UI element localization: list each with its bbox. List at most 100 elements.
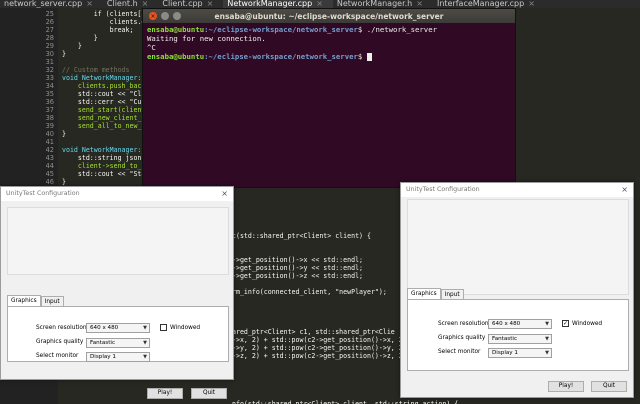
code-line: std::cerr << "Cur: [62, 98, 146, 106]
unity-config-dialog-left[interactable]: UnityTest Configuration × Graphics Input…: [0, 186, 234, 399]
tab-client-h[interactable]: Client.h ×: [103, 0, 158, 8]
graphics-settings-panel: Screen resolution 640 x 480 ▼ ✓ Windowed …: [407, 299, 629, 371]
dialog-titlebar[interactable]: UnityTest Configuration ×: [1, 187, 233, 201]
code-line: send_all_to_new_c: [62, 122, 146, 130]
close-icon[interactable]: ×: [86, 0, 93, 8]
line-number: 33: [45, 74, 54, 82]
quit-button[interactable]: Quit: [591, 381, 627, 392]
windowed-checkbox[interactable]: [160, 324, 167, 331]
line-number: 39: [45, 122, 54, 130]
terminal-titlebar[interactable]: × ensaba@ubuntu: ~/eclipse-workspace/net…: [143, 9, 515, 23]
prompt-path: :~/eclipse-workspace/network_server: [204, 52, 358, 61]
tab-networkmanager-cpp[interactable]: NetworkManager.cpp ×: [223, 0, 333, 8]
screen-resolution-label: Screen resolution: [36, 325, 87, 331]
graphics-quality-select[interactable]: Fantastic ▼: [86, 338, 150, 348]
chevron-down-icon: ▼: [143, 354, 147, 360]
play-button[interactable]: Play!: [147, 388, 183, 399]
select-value: 640 x 480: [492, 321, 521, 327]
terminal-line: ^C: [147, 43, 156, 52]
chevron-down-icon: ▼: [143, 340, 147, 346]
line-number: 25: [45, 10, 54, 18]
line-number: 40: [45, 130, 54, 138]
code-line: }: [62, 178, 66, 186]
code-line: clients.push_back: [62, 82, 146, 90]
tab-client-cpp[interactable]: Client.cpp ×: [158, 0, 223, 8]
dialog-title: UnityTest Configuration: [406, 186, 480, 193]
terminal-cursor: [366, 53, 372, 61]
line-number: 42: [45, 146, 54, 154]
chevron-down-icon: ▼: [545, 336, 549, 342]
line-number: 45: [45, 170, 54, 178]
code-line: }: [62, 42, 82, 50]
screen-resolution-select[interactable]: 640 x 480 ▼: [86, 323, 150, 333]
code-line: }: [62, 34, 98, 42]
close-icon[interactable]: ×: [142, 0, 149, 8]
line-number: 35: [45, 90, 54, 98]
code-line: send_new_client_t: [62, 114, 146, 122]
code-line: std::cout << "Sta: [62, 170, 146, 178]
tab-network-server-cpp[interactable]: network_server.cpp ×: [0, 0, 103, 8]
tab-label: Client.cpp: [162, 0, 203, 8]
graphics-quality-select[interactable]: Fantastic ▼: [488, 334, 552, 344]
monitor-select[interactable]: Display 1 ▼: [86, 352, 150, 362]
editor-right-area: [514, 8, 640, 188]
close-icon[interactable]: ×: [416, 0, 423, 8]
line-number: 34: [45, 82, 54, 90]
terminal-output[interactable]: ensaba@ubuntu:~/eclipse-workspace/networ…: [143, 23, 515, 63]
prompt-path: :~/eclipse-workspace/network_server: [204, 25, 358, 34]
code-line: send_start(client: [62, 106, 146, 114]
line-number: 31: [45, 58, 54, 66]
code-line: void NetworkManager::: [62, 146, 146, 154]
code-line: t(std::shared_ptr<Client> client) {: [232, 232, 371, 240]
select-value: Display 1: [90, 354, 116, 360]
prompt-user: ensaba@ubuntu: [147, 25, 205, 34]
terminal-window[interactable]: × ensaba@ubuntu: ~/eclipse-workspace/net…: [142, 8, 516, 188]
select-value: Display 1: [492, 350, 518, 356]
monitor-select[interactable]: Display 1 ▼: [488, 348, 552, 358]
dialog-title: UnityTest Configuration: [6, 190, 80, 197]
graphics-settings-panel: Screen resolution 640 x 480 ▼ Windowed Gr…: [7, 306, 229, 362]
line-number: 36: [45, 98, 54, 106]
line-number: 27: [45, 26, 54, 34]
close-icon[interactable]: ×: [221, 187, 228, 201]
code-line: ->x, 2) + std::pow(c2->get_position()->x…: [232, 336, 403, 344]
tab-label: NetworkManager.cpp: [227, 0, 313, 8]
terminal-line: Waiting for new connection.: [147, 34, 266, 43]
terminal-line: ensaba@ubuntu:~/eclipse-workspace/networ…: [147, 25, 511, 34]
select-monitor-label: Select monitor: [438, 349, 481, 355]
play-button[interactable]: Play!: [548, 381, 584, 392]
tab-interfacemanager-cpp[interactable]: InterfaceManager.cpp ×: [433, 0, 545, 8]
prompt-suffix: $: [357, 52, 363, 61]
dialog-titlebar[interactable]: UnityTest Configuration ×: [401, 183, 633, 197]
screen-resolution-select[interactable]: 640 x 480 ▼: [488, 319, 552, 329]
dialog-banner-image: [7, 207, 229, 275]
terminal-command: ./network_server: [362, 25, 437, 34]
close-icon[interactable]: ×: [528, 0, 535, 8]
code-line: if (clients[i]: [62, 10, 150, 18]
close-icon[interactable]: ×: [316, 0, 323, 8]
quit-button[interactable]: Quit: [191, 388, 227, 399]
code-line: std::cout << "Cli: [62, 90, 146, 98]
code-line: void NetworkManager::: [62, 74, 146, 82]
code-line: // Custom methods: [62, 66, 130, 74]
line-number: 37: [45, 106, 54, 114]
line-number: 38: [45, 114, 54, 122]
unity-config-dialog-right[interactable]: UnityTest Configuration × Graphics Input…: [400, 182, 634, 398]
code-line: break;: [62, 26, 134, 34]
tab-label: network_server.cpp: [4, 0, 83, 8]
select-value: Fantastic: [492, 336, 518, 342]
code-line: ->get_position()->y << std::endl;: [232, 264, 364, 272]
line-number: 41: [45, 138, 54, 146]
code-line: }: [62, 50, 66, 58]
line-number: 32: [45, 66, 54, 74]
code-line: ared_ptr<Client> c1, std::shared_ptr<Cli…: [232, 328, 395, 336]
chevron-down-icon: ▼: [545, 350, 549, 356]
close-icon[interactable]: ×: [621, 183, 628, 197]
tab-networkmanager-h[interactable]: NetworkManager.h ×: [333, 0, 433, 8]
graphics-quality-label: Graphics quality: [438, 335, 486, 341]
tab-label: Client.h: [106, 0, 138, 8]
select-value: Fantastic: [90, 340, 116, 346]
close-icon[interactable]: ×: [207, 0, 214, 8]
prompt-user: ensaba@ubuntu: [147, 52, 205, 61]
windowed-checkbox[interactable]: ✓: [562, 320, 569, 327]
